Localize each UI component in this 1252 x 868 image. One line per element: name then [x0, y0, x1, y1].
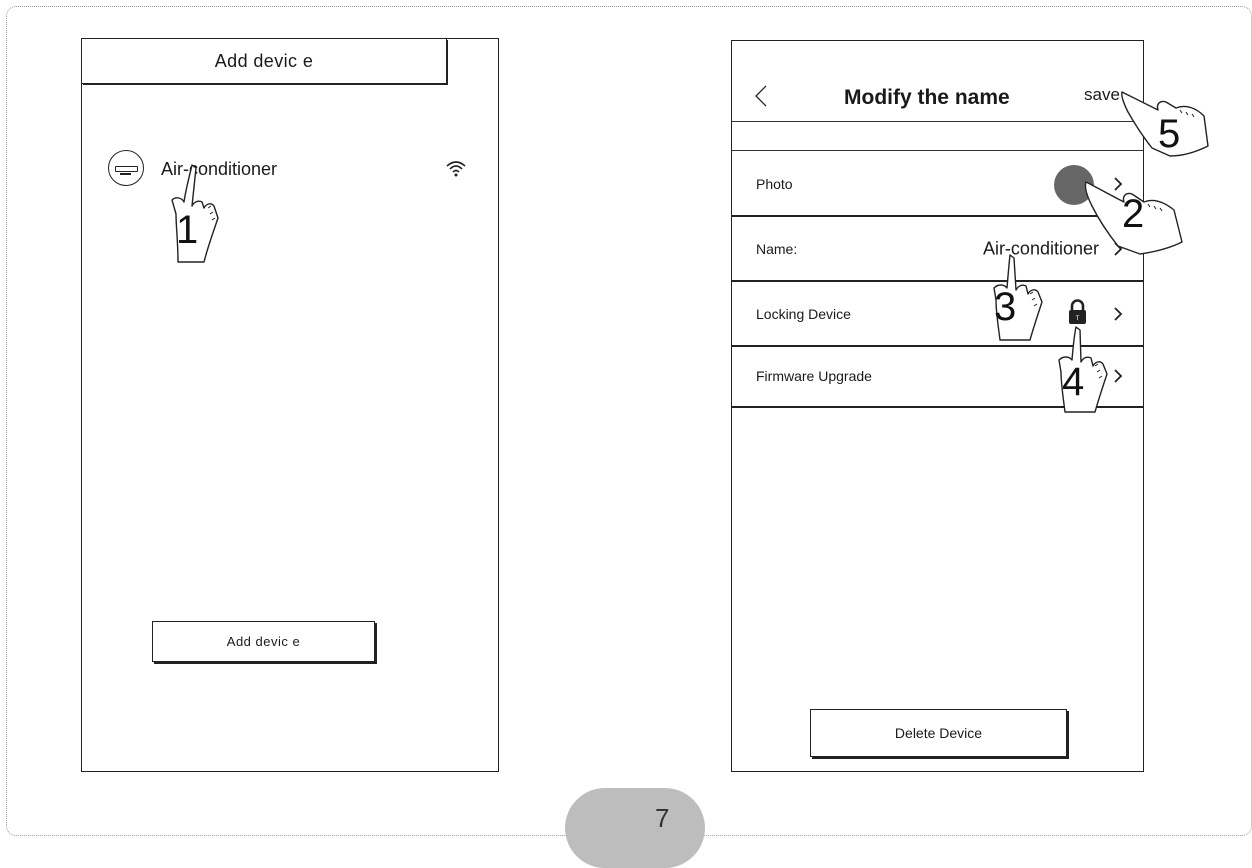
step-number: 5: [1158, 112, 1181, 156]
row-label: Photo: [756, 175, 793, 192]
row-label: Name:: [756, 240, 798, 257]
screen-header: Add devic e: [82, 39, 447, 84]
step-number: 3: [994, 285, 1017, 329]
page-title: Modify the name: [844, 86, 1010, 109]
screen-title: Add devic e: [214, 50, 314, 71]
delete-device-button[interactable]: Delete Device: [810, 709, 1067, 757]
add-device-button[interactable]: Add devic e: [152, 621, 375, 662]
step-number: 4: [1062, 360, 1085, 404]
step-number: 1: [176, 208, 199, 252]
page-number-tab: [565, 788, 705, 868]
add-device-screen: Add devic e Air-conditioner Add devic e: [81, 38, 499, 772]
wifi-icon: [446, 161, 466, 177]
lock-icon[interactable]: T: [1067, 298, 1088, 326]
save-button[interactable]: save: [1084, 85, 1120, 105]
delete-device-button-label: Delete Device: [894, 725, 983, 741]
step-number: 2: [1122, 192, 1145, 236]
air-conditioner-icon[interactable]: [108, 150, 144, 186]
chevron-right-icon: [1114, 306, 1123, 321]
page-number: 7: [655, 803, 670, 833]
section-divider: [732, 121, 1143, 151]
pointing-hand-icon: [993, 254, 1043, 341]
chevron-left-icon[interactable]: [754, 85, 768, 107]
add-device-button-label: Add devic e: [226, 634, 301, 649]
row-label: Firmware Upgrade: [756, 367, 872, 384]
row-label: Locking Device: [756, 305, 851, 322]
svg-text:T: T: [1076, 316, 1080, 322]
